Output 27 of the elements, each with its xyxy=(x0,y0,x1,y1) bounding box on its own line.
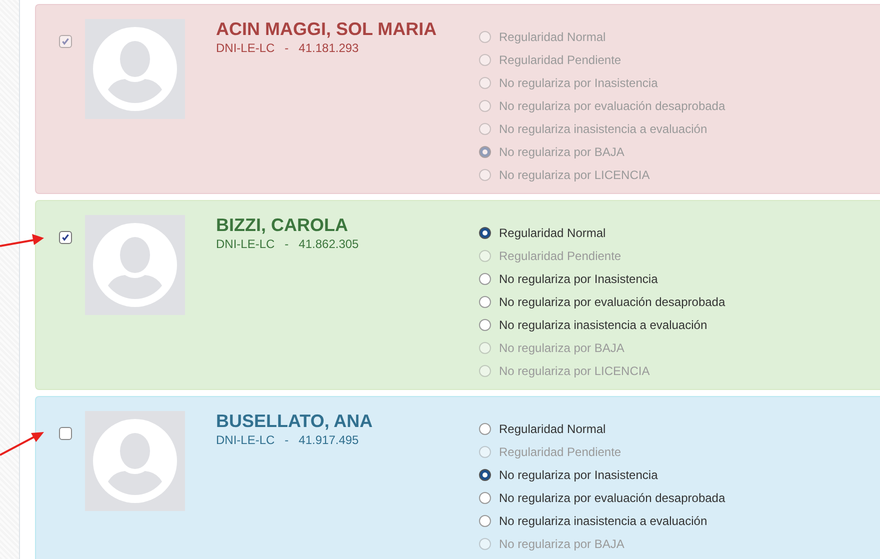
select-checkbox[interactable] xyxy=(59,427,72,440)
radio-button[interactable] xyxy=(479,468,491,480)
option-label[interactable]: No regulariza inasistencia a evaluación xyxy=(499,512,708,530)
student-name: BUSELLATO, ANA xyxy=(216,410,374,433)
student-name: ACIN MAGGI, SOL MARIA xyxy=(216,18,438,41)
radio-button[interactable] xyxy=(479,422,491,434)
select-checkbox[interactable] xyxy=(59,231,72,244)
radio-button[interactable] xyxy=(479,226,491,238)
radio-button[interactable] xyxy=(479,296,491,308)
option-label[interactable]: No regulariza por Inasistencia xyxy=(499,466,658,484)
option-label[interactable]: Regularidad Normal xyxy=(499,420,606,438)
avatar-icon xyxy=(85,411,185,511)
option-label[interactable]: No regulariza por evaluación desaprobada xyxy=(499,292,726,310)
radio-button[interactable] xyxy=(479,514,491,526)
radio-button[interactable] xyxy=(479,318,491,330)
avatar-icon xyxy=(85,215,185,315)
student-name: BIZZI, CAROLA xyxy=(216,214,349,237)
option-label[interactable]: No regulariza inasistencia a evaluación xyxy=(499,316,708,334)
avatar-icon xyxy=(85,19,185,119)
option-label[interactable]: No regulariza por Inasistencia xyxy=(499,270,658,288)
option-label[interactable]: No regulariza por evaluación desaprobada xyxy=(499,488,726,506)
student-document: DNI-LE-LC - 41.917.495 xyxy=(216,433,360,448)
radio-button[interactable] xyxy=(479,492,491,504)
student-document: DNI-LE-LC - 41.181.293 xyxy=(216,41,360,56)
radio-button[interactable] xyxy=(479,272,491,284)
student-document: DNI-LE-LC - 41.862.305 xyxy=(216,237,360,252)
option-label[interactable]: Regularidad Normal xyxy=(499,224,606,242)
